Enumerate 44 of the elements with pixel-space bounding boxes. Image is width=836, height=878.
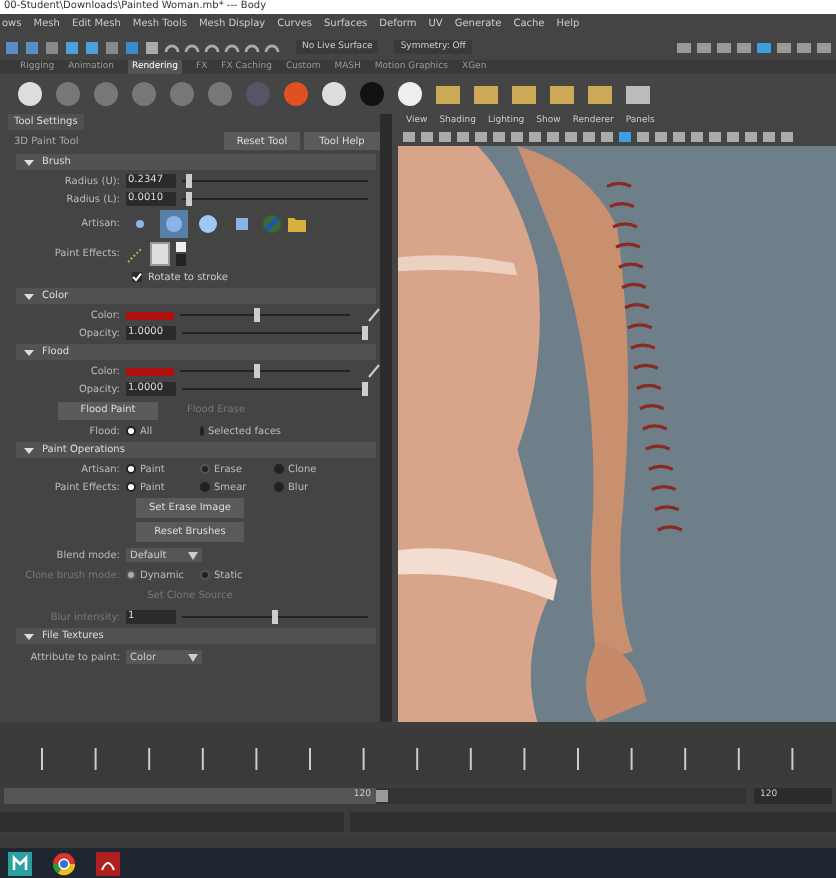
caret-icon <box>188 653 198 661</box>
square-icon <box>230 212 254 236</box>
brush-profile-button[interactable] <box>194 210 222 238</box>
slider-thumb[interactable] <box>253 308 260 322</box>
color-swatch[interactable] <box>126 311 174 319</box>
collapse-arrow-icon[interactable] <box>24 157 34 167</box>
slider-thumb[interactable] <box>253 364 260 378</box>
render-icon[interactable] <box>548 80 576 108</box>
collapse-arrow-icon[interactable] <box>24 631 34 641</box>
render-icon[interactable] <box>472 80 500 108</box>
render-icon[interactable] <box>624 80 652 108</box>
slider-thumb[interactable] <box>362 382 368 396</box>
color-swatch[interactable] <box>126 367 174 375</box>
rotate-checkbox[interactable] <box>132 272 142 282</box>
browser-icon[interactable] <box>52 851 76 875</box>
circle-icon <box>196 212 220 236</box>
swatch-icon[interactable] <box>176 242 186 266</box>
radio-button[interactable] <box>126 482 136 492</box>
radio-button[interactable] <box>126 426 136 436</box>
circle-icon <box>162 212 186 236</box>
render-icon[interactable] <box>586 80 614 108</box>
eyedropper-icon[interactable] <box>368 364 380 378</box>
scrollbar[interactable] <box>380 114 392 722</box>
sphere-icon[interactable] <box>396 80 424 108</box>
radio-button[interactable] <box>200 482 210 492</box>
radio-button[interactable] <box>126 464 136 474</box>
sphere-icon[interactable] <box>320 80 348 108</box>
radio-button[interactable] <box>274 482 284 492</box>
eyedropper-icon[interactable] <box>368 308 380 322</box>
collapse-arrow-icon[interactable] <box>24 291 34 301</box>
sphere-icon[interactable] <box>16 80 44 108</box>
slider-thumb[interactable] <box>185 192 192 206</box>
caret-icon <box>188 551 198 559</box>
document-icon[interactable] <box>96 851 120 875</box>
slider-thumb[interactable] <box>185 174 192 188</box>
render-icon[interactable] <box>434 80 462 108</box>
app-icon[interactable] <box>8 851 32 875</box>
collapse-arrow-icon[interactable] <box>24 347 34 357</box>
render-icon[interactable] <box>510 80 538 108</box>
brush-icon[interactable] <box>126 245 144 263</box>
collapse-arrow-icon[interactable] <box>24 445 34 455</box>
folder-icon[interactable] <box>288 216 306 232</box>
slider-thumb[interactable] <box>362 326 368 340</box>
radio-button[interactable] <box>274 464 284 474</box>
